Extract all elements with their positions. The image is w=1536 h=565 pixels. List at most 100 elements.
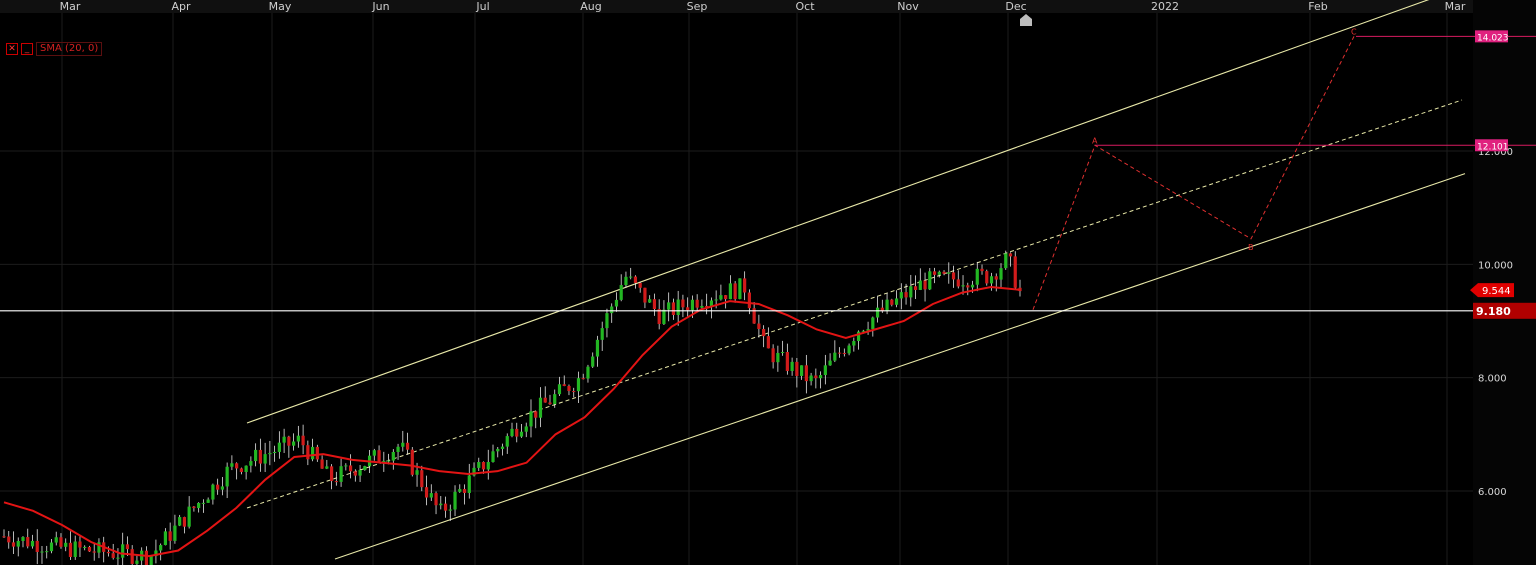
candle-down [804, 365, 808, 382]
candle-down [747, 292, 751, 309]
price-chart[interactable]: Mar Apr May Jun Jul Aug Sep Oct Nov Dec 2022 Feb Mar… [0, 0, 1536, 565]
candle-down [315, 446, 319, 460]
candle-up [790, 361, 794, 371]
candle-up [553, 394, 557, 405]
candle-up [116, 557, 120, 559]
candle-down [168, 531, 172, 541]
candle-down [182, 517, 187, 527]
candle-up [439, 503, 443, 506]
indicator-minimize-button[interactable]: _ [21, 43, 33, 55]
candle-down [239, 468, 243, 472]
candle-up [159, 545, 163, 551]
candle-up [201, 502, 206, 504]
candle-up [49, 542, 54, 552]
candle-down [966, 285, 970, 288]
candle-down [766, 336, 770, 349]
candle-down [985, 271, 989, 284]
price-tick-label: 10.000 [1478, 260, 1513, 271]
target-value: 14.023 [1477, 33, 1509, 43]
candle-up [83, 546, 87, 548]
month-label: Nov [897, 0, 919, 13]
candle-down [951, 272, 956, 280]
candle-down [35, 540, 39, 552]
candle-up [149, 556, 153, 565]
candle-up [524, 426, 528, 432]
candle-up [344, 465, 348, 467]
candle-up [538, 397, 543, 418]
candle-down [59, 537, 63, 547]
last-price-value: 9.544 [1482, 286, 1511, 297]
candle-up [396, 446, 400, 452]
candle-down [287, 436, 291, 446]
candle-down [2, 536, 6, 538]
candle-up [230, 463, 234, 467]
candle-down [956, 279, 960, 287]
candle-up [676, 299, 680, 316]
candle-up [505, 436, 509, 447]
candle-up [500, 446, 505, 449]
candle-down [638, 282, 642, 288]
candle-up [415, 470, 419, 475]
projection-point-label: A [1092, 136, 1098, 145]
candle-up [263, 454, 267, 464]
candle-down [216, 484, 220, 490]
candle-up [970, 284, 975, 288]
candle-up [648, 299, 652, 303]
candle-up [211, 484, 215, 500]
candle-up [491, 451, 495, 463]
candle-down [481, 462, 486, 470]
candle-up [619, 285, 623, 300]
candle-up [947, 272, 951, 274]
candle-up [894, 298, 899, 305]
candle-down [443, 503, 448, 511]
candle-up [809, 375, 813, 382]
candle-up [662, 309, 666, 324]
month-label: Oct [795, 0, 815, 13]
projection-point-label: B [1248, 243, 1254, 252]
candle-down [842, 352, 846, 354]
candle-up [529, 411, 533, 427]
price-tick-label: 6.000 [1478, 487, 1507, 498]
candle-down [329, 466, 334, 482]
candle-up [591, 356, 595, 367]
candle-down [78, 541, 82, 548]
candle-up [576, 378, 581, 392]
projection-point-label: C [1351, 27, 1357, 36]
month-label: Mar [60, 0, 81, 13]
candle-up [244, 465, 248, 472]
candle-up [852, 341, 856, 346]
candle-up [121, 544, 125, 558]
candle-down [353, 471, 357, 476]
candle-up [961, 285, 965, 287]
indicator-close-button[interactable]: ✕ [6, 43, 18, 55]
candle-up [21, 537, 25, 541]
candle-down [87, 546, 92, 552]
candle-down [320, 459, 324, 469]
month-label: Mar [1445, 0, 1466, 13]
price-axis-panel [1473, 0, 1536, 565]
candle-down [1013, 256, 1017, 288]
indicator-label[interactable]: SMA (20, 0) [36, 42, 103, 56]
candle-up [776, 352, 780, 363]
candle-down [1008, 253, 1013, 257]
month-label: Sep [687, 0, 708, 13]
candle-down [11, 542, 16, 547]
candle-up [614, 299, 619, 307]
candle-down [301, 435, 305, 446]
candle-up [135, 560, 139, 564]
candle-up [714, 299, 718, 301]
candle-down [695, 299, 699, 308]
month-label: Jul [475, 0, 489, 13]
candle-up [871, 317, 875, 330]
candle-down [7, 536, 11, 543]
candle-up [220, 486, 224, 490]
candle-down [130, 549, 134, 564]
candle-down [548, 402, 552, 405]
candle-up [486, 462, 490, 470]
candle-down [377, 450, 381, 462]
candle-down [643, 287, 647, 303]
candle-up [800, 365, 804, 376]
candle-up [277, 442, 281, 452]
candle-down [890, 299, 894, 305]
candle-up [496, 448, 500, 452]
